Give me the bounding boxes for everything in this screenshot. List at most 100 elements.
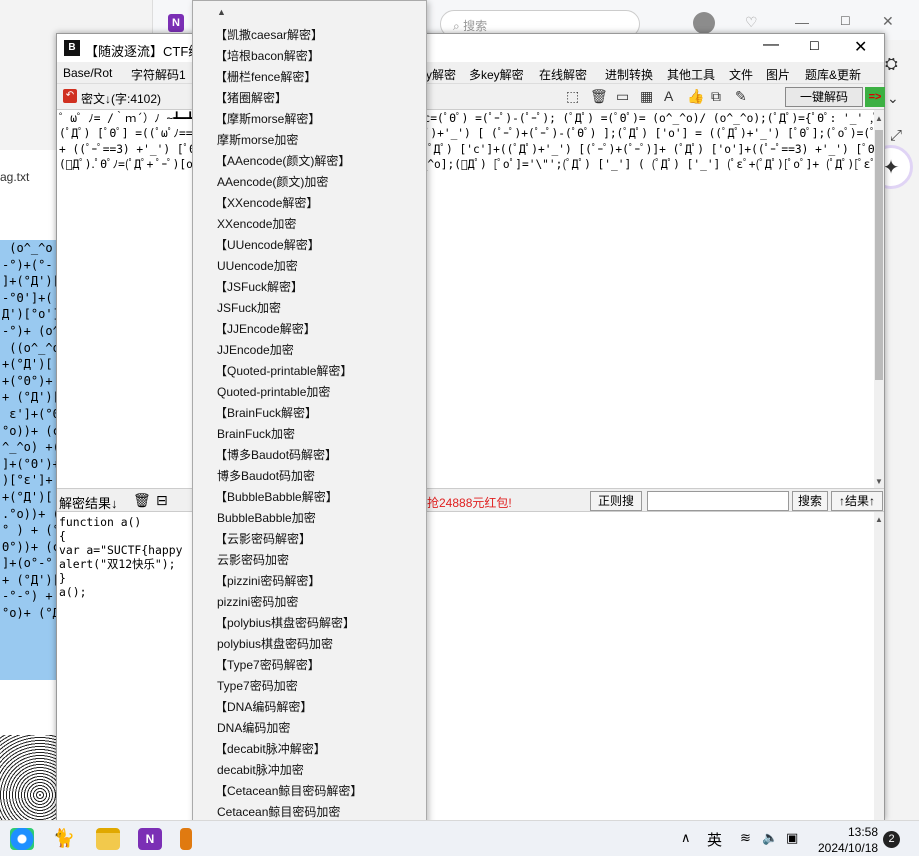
- dropdown-item[interactable]: BrainFuck加密: [217, 424, 295, 445]
- dropdown-item[interactable]: 【JSFuck解密】: [215, 277, 303, 298]
- scroll-up-icon[interactable]: ▲: [875, 515, 883, 524]
- dropdown-item[interactable]: 【Quoted-printable解密】: [215, 361, 352, 382]
- copy-icon[interactable]: ⧉: [711, 88, 721, 105]
- menu-base-rot[interactable]: Base/Rot: [63, 66, 112, 80]
- dropdown-item[interactable]: BubbleBabble加密: [217, 508, 316, 529]
- person-icon[interactable]: ⛭: [885, 56, 898, 74]
- one-click-decode-button[interactable]: 一键解码: [785, 87, 863, 107]
- trash-icon[interactable]: 🗑: [133, 492, 151, 509]
- dropdown-item[interactable]: 【JJEncode解密】: [215, 319, 316, 340]
- menu-multikey[interactable]: 多key解密: [469, 66, 524, 83]
- dropdown-item[interactable]: 博多Baudot码加密: [217, 466, 315, 487]
- menu-base-convert[interactable]: 进制转换: [605, 66, 653, 83]
- menu-question-bank[interactable]: 题库&更新: [805, 66, 861, 83]
- dropdown-item[interactable]: 【UUencode解密】: [215, 235, 320, 256]
- trash-icon[interactable]: 🗑: [590, 88, 608, 105]
- clock-date[interactable]: 2024/10/18: [818, 841, 878, 855]
- dropdown-item[interactable]: JJEncode加密: [217, 340, 294, 361]
- dropdown-item[interactable]: 【BrainFuck解密】: [215, 403, 317, 424]
- partial-app-icon[interactable]: [180, 828, 192, 850]
- dropdown-item[interactable]: 【DNA编码解密】: [215, 697, 312, 718]
- copy-icon[interactable]: ⊟: [156, 492, 168, 509]
- dropdown-item[interactable]: 【培根bacon解密】: [215, 46, 320, 67]
- volume-icon[interactable]: 🔈: [762, 830, 778, 846]
- font-icon[interactable]: A: [664, 88, 673, 104]
- dropdown-item[interactable]: 【摩斯morse解密】: [215, 109, 320, 130]
- dropdown-item[interactable]: 【polybius棋盘密码解密】: [215, 613, 355, 634]
- dropdown-item[interactable]: 【XXencode解密】: [215, 193, 318, 214]
- dropdown-item[interactable]: 【AAencode(颜文)解密】: [215, 151, 350, 172]
- wifi-icon[interactable]: ≋: [740, 830, 751, 846]
- dropdown-item[interactable]: pizzini密码加密: [217, 592, 298, 613]
- dropdown-item[interactable]: polybius棋盘密码加密: [217, 634, 333, 655]
- result-scrollbar[interactable]: [874, 512, 884, 820]
- menu-image[interactable]: 图片: [766, 66, 790, 83]
- menu-other-tools[interactable]: 其他工具: [667, 66, 715, 83]
- dropdown-item[interactable]: 【栅栏fence解密】: [215, 67, 316, 88]
- dropdown-item[interactable]: 【博多Baudot码解密】: [215, 445, 337, 466]
- terminal-icon[interactable]: ▭: [616, 88, 629, 105]
- notification-badge[interactable]: 2: [883, 831, 900, 848]
- chevron-down-icon[interactable]: ⌄: [887, 90, 899, 107]
- maximize-button[interactable]: ☐: [809, 39, 820, 53]
- dropdown-item[interactable]: 【猪圈解密】: [215, 88, 287, 109]
- menu-file[interactable]: 文件: [729, 66, 753, 83]
- dropdown-item[interactable]: 【云影密码解密】: [215, 529, 311, 550]
- menu-decrypt[interactable]: y解密: [426, 66, 456, 83]
- cipher-scroll-thumb[interactable]: [875, 130, 883, 380]
- dropdown-item[interactable]: XXencode加密: [217, 214, 296, 235]
- scroll-up-icon[interactable]: ▲: [875, 114, 883, 123]
- dropdown-item[interactable]: JSFuck加密: [217, 298, 281, 319]
- dropdown-item[interactable]: Type7密码加密: [217, 676, 298, 697]
- dropdown-item[interactable]: 【Cetacean鲸目密码解密】: [215, 781, 362, 802]
- undo-icon[interactable]: ↶: [63, 89, 77, 103]
- dropdown-item[interactable]: decabit脉冲加密: [217, 760, 304, 781]
- result-button[interactable]: ↑结果↑: [831, 491, 883, 511]
- close-button[interactable]: ✕: [854, 37, 867, 57]
- dropdown-item[interactable]: 【凯撒caesar解密】: [215, 25, 323, 46]
- cipher-scrollbar[interactable]: [874, 110, 884, 488]
- calculator-icon[interactable]: ▦: [640, 88, 653, 105]
- dropdown-item[interactable]: 云影密码加密: [217, 550, 289, 571]
- arrow-button[interactable]: =>: [865, 87, 885, 107]
- cipher-textarea[interactable]: ゜ω゜ﾉ= /｀ｍ´）ﾉ ~┻━┻ //*´∇｀*/ ['_']; o=(ﾟｰﾟ…: [57, 110, 874, 488]
- file-explorer-icon[interactable]: [96, 828, 120, 850]
- minimize-button[interactable]: —: [763, 36, 779, 54]
- edge-icon[interactable]: [10, 828, 34, 850]
- ime-indicator[interactable]: 英: [707, 829, 722, 850]
- dropdown-item[interactable]: Quoted-printable加密: [217, 382, 330, 403]
- regex-search-button[interactable]: 正则搜: [590, 491, 642, 511]
- lightbulb-icon[interactable]: ♡: [745, 14, 758, 31]
- avatar[interactable]: [693, 12, 715, 34]
- cat-app-icon[interactable]: 🐈: [52, 828, 76, 850]
- promo-text[interactable]: 抢24888元红包!: [427, 494, 512, 511]
- dropdown-item[interactable]: 【Type7密码解密】: [215, 655, 320, 676]
- clock-time[interactable]: 13:58: [848, 825, 878, 839]
- menu-char-decode[interactable]: 字符解码1: [131, 66, 186, 83]
- menu-online-decrypt[interactable]: 在线解密: [539, 66, 587, 83]
- scroll-down-icon[interactable]: ▼: [875, 477, 883, 486]
- dropdown-item[interactable]: DNA编码加密: [217, 718, 290, 739]
- dropdown-item[interactable]: 【decabit脉冲解密】: [215, 739, 326, 760]
- dropdown-item[interactable]: 【BubbleBabble解密】: [215, 487, 338, 508]
- dropdown-item[interactable]: AAencode(颜文)加密: [217, 172, 328, 193]
- onenote-icon[interactable]: N: [138, 828, 162, 850]
- search-button[interactable]: 搜索: [792, 491, 828, 511]
- background-minimize-button[interactable]: —: [795, 14, 809, 30]
- dropdown-item[interactable]: 【pizzini密码解密】: [215, 571, 320, 592]
- dropdown-item[interactable]: UUencode加密: [217, 256, 298, 277]
- expand-icon[interactable]: ⤢: [890, 127, 902, 144]
- result-textarea[interactable]: function a() { var a="SUCTF{happy alert(…: [57, 512, 874, 820]
- dropdown-item[interactable]: 摩斯morse加密: [217, 130, 298, 151]
- menu-scroll-up-icon[interactable]: ▲: [217, 7, 226, 17]
- onenote-tab-icon[interactable]: N: [168, 14, 184, 32]
- background-maximize-button[interactable]: ☐: [840, 14, 851, 28]
- title-bar[interactable]: B 【随波逐流】CTF编码工 — ☐ ✕: [57, 34, 884, 62]
- thumbs-up-icon[interactable]: 👍: [687, 88, 704, 105]
- background-close-button[interactable]: ✕: [882, 13, 894, 30]
- select-icon[interactable]: ⬚: [566, 88, 579, 105]
- battery-icon[interactable]: ▣: [786, 830, 798, 846]
- chevron-up-icon[interactable]: ∧: [681, 830, 691, 846]
- edit-icon[interactable]: ✎: [735, 88, 747, 105]
- search-input[interactable]: [647, 491, 789, 511]
